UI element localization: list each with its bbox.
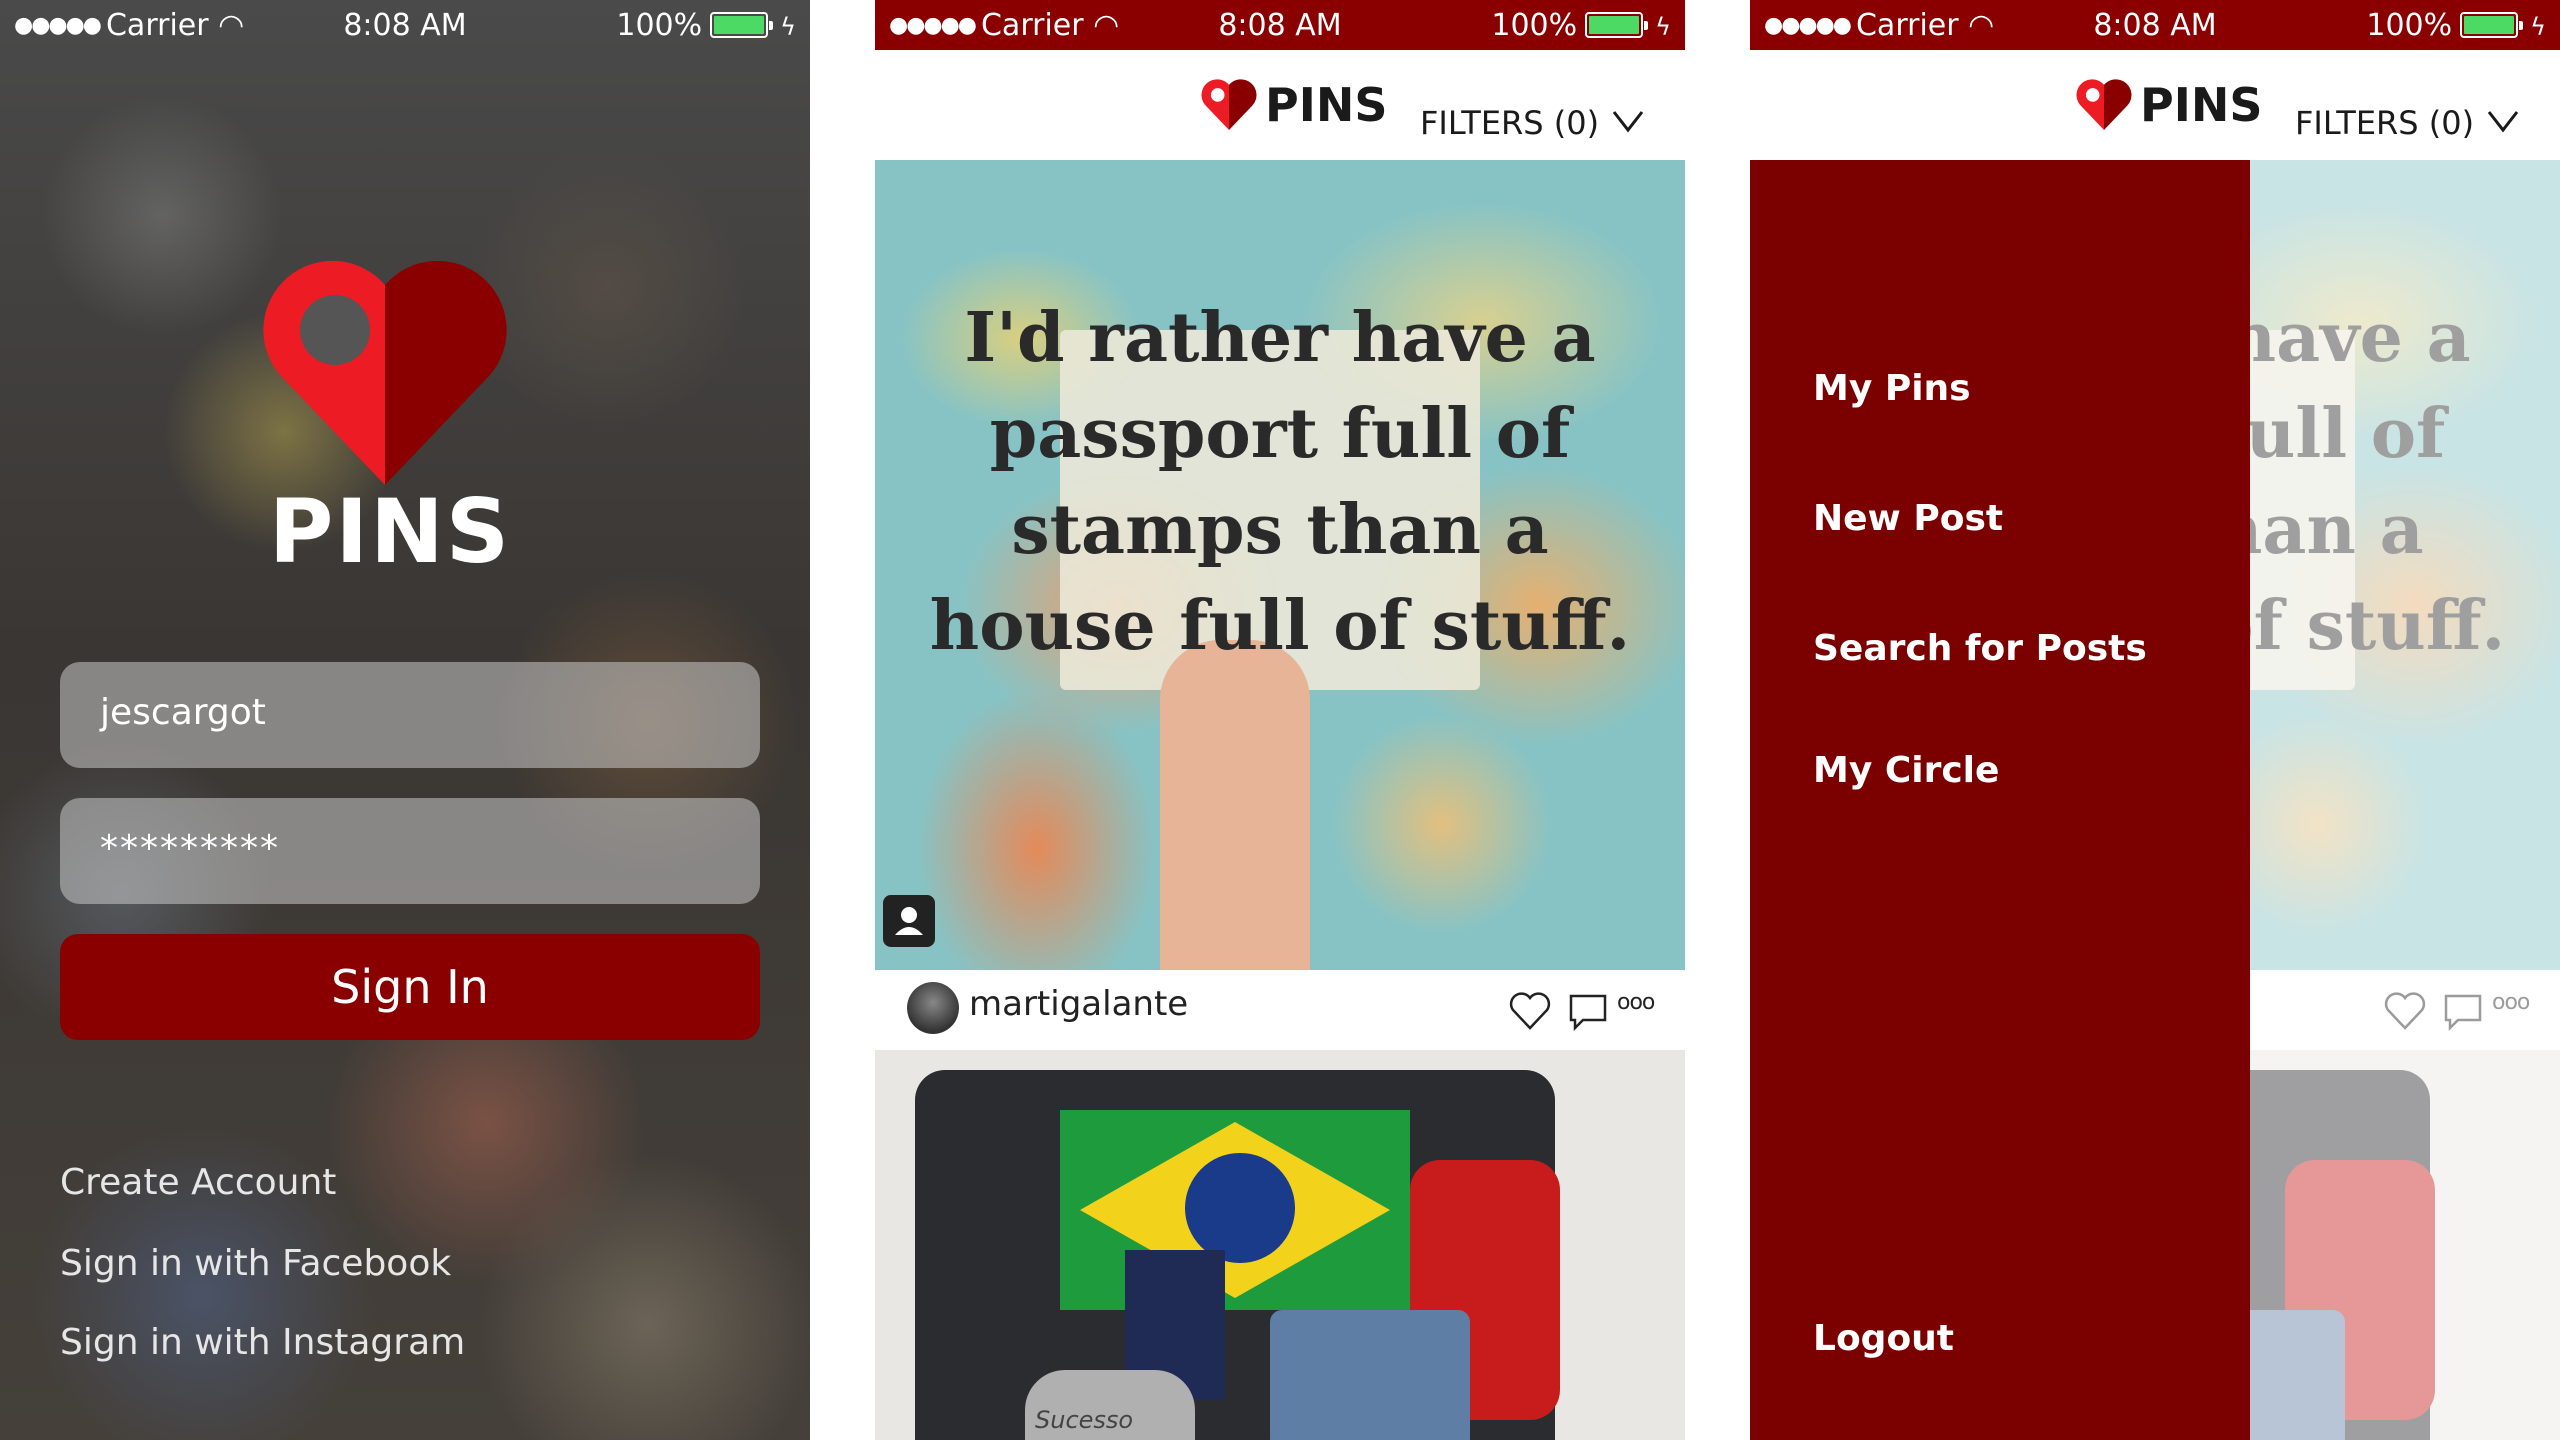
bag-caption: Sucesso <box>1035 1406 1134 1434</box>
app-header: PINS FILTERS (0) <box>875 50 1685 160</box>
side-drawer: My Pins New Post Search for Posts My Cir… <box>1750 160 2250 1440</box>
comment-icon[interactable] <box>1565 988 1611 1034</box>
menu-screen: ●●●●● Carrier ◠ 8:08 AM 100% ϟ PINS FILTER… <box>1750 0 2560 1440</box>
feed-screen: ●●●●● Carrier ◠ 8:08 AM 100% ϟ PINS FILTER… <box>875 0 1685 1440</box>
filters-button[interactable]: FILTERS (0) <box>2295 104 2474 142</box>
tag-person-icon[interactable] <box>883 895 935 947</box>
battery-icon <box>710 12 774 38</box>
battery-icon <box>2460 12 2524 38</box>
pins-logo-icon <box>263 260 507 485</box>
app-title: PINS <box>2140 78 2263 132</box>
login-screen: ●●●●● Carrier ◠ 8:08 AM 100% ϟ PINS jescar… <box>0 0 810 1440</box>
battery-label: 100% <box>2366 8 2453 43</box>
more-icon[interactable]: ooo <box>1617 990 1677 1036</box>
facebook-signin-link[interactable]: Sign in with Facebook <box>60 1243 451 1284</box>
menu-item-search-posts[interactable]: Search for Posts <box>1813 628 2147 669</box>
post-username[interactable]: martigalante <box>969 984 1188 1024</box>
post-image[interactable]: Sucesso <box>875 1050 1685 1440</box>
post-meta: martigalante ooo <box>875 970 1685 1050</box>
pins-logo-icon <box>1201 79 1257 130</box>
battery-icon <box>1585 12 1649 38</box>
avatar[interactable] <box>907 982 959 1034</box>
battery-label: 100% <box>616 8 703 43</box>
charging-icon: ϟ <box>1655 13 1671 41</box>
create-account-link[interactable]: Create Account <box>60 1162 336 1203</box>
charging-icon: ϟ <box>780 13 796 41</box>
status-bar: ●●●●● Carrier ◠ 8:08 AM 100% ϟ <box>0 0 810 50</box>
username-field[interactable]: jescargot <box>60 662 760 768</box>
app-header: PINS FILTERS (0) <box>1750 50 2560 160</box>
app-title: PINS <box>1265 78 1388 132</box>
status-bar: ●●●●● Carrier ◠ 8:08 AM 100% ϟ <box>1750 0 2560 50</box>
heart-icon[interactable] <box>1507 988 1553 1034</box>
post-quote: I'd rather have a passport full of stamp… <box>929 298 1631 666</box>
post-image[interactable]: I'd rather have a passport full of stamp… <box>875 160 1685 970</box>
battery-label: 100% <box>1491 8 1578 43</box>
menu-item-my-pins[interactable]: My Pins <box>1813 368 1971 409</box>
charging-icon: ϟ <box>2530 13 2546 41</box>
chevron-down-icon[interactable] <box>1610 102 1646 138</box>
menu-item-my-circle[interactable]: My Circle <box>1813 750 1999 791</box>
instagram-signin-link[interactable]: Sign in with Instagram <box>60 1322 465 1363</box>
menu-item-new-post[interactable]: New Post <box>1813 498 2003 539</box>
app-title: PINS <box>268 480 512 583</box>
sign-in-button[interactable]: Sign In <box>60 934 760 1040</box>
logout-button[interactable]: Logout <box>1813 1318 1954 1359</box>
filters-button[interactable]: FILTERS (0) <box>1420 104 1599 142</box>
pins-logo-icon <box>2076 79 2132 130</box>
password-field[interactable]: ********* <box>60 798 760 904</box>
hand-photo <box>1160 640 1310 970</box>
status-bar: ●●●●● Carrier ◠ 8:08 AM 100% ϟ <box>875 0 1685 50</box>
chevron-down-icon[interactable] <box>2485 102 2521 138</box>
